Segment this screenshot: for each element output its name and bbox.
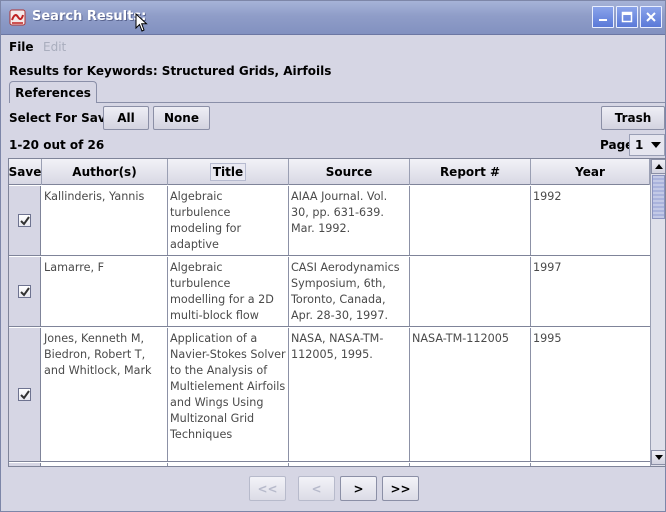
save-cell xyxy=(9,257,41,326)
source-cell: NASA, NASA-TM-112005, 1995. xyxy=(289,328,410,461)
title-cell xyxy=(168,463,289,466)
mouse-cursor-icon xyxy=(135,13,148,32)
title-cell: Application of a Navier-Stokes Solver to… xyxy=(168,328,289,461)
menu-bar: File Edit xyxy=(1,36,665,58)
next-page-button[interactable]: > xyxy=(340,476,377,501)
author-cell: Jones, Kenneth M, Biedron, Robert T, and… xyxy=(42,328,168,461)
title-bar[interactable]: Search Results: xyxy=(1,1,665,35)
scroll-down-button[interactable] xyxy=(651,450,665,465)
checkmark-icon xyxy=(19,286,30,297)
report-cell xyxy=(410,186,531,255)
vertical-scrollbar[interactable] xyxy=(650,159,665,466)
column-header-title[interactable]: Title xyxy=(168,159,289,185)
author-cell xyxy=(42,463,168,466)
close-icon xyxy=(646,12,656,22)
results-keywords-label: Results for Keywords: Structured Grids, … xyxy=(9,64,332,78)
year-cell: 1997 xyxy=(533,261,562,274)
menu-edit[interactable]: Edit xyxy=(43,40,66,54)
select-for-save-label: Select For Save xyxy=(9,111,114,125)
save-checkbox[interactable] xyxy=(18,388,31,401)
report-cell xyxy=(410,257,531,326)
window-title: Search Results: xyxy=(32,9,147,24)
table-row[interactable]: Kallinderis, Yannis Algebraic turbulence… xyxy=(9,186,650,256)
arrow-down-icon xyxy=(654,455,663,460)
close-button[interactable] xyxy=(640,6,662,28)
source-cell: CASI Aerodynamics Symposium, 6th, Toront… xyxy=(289,257,410,326)
year-cell: 1995 xyxy=(533,332,562,345)
save-cell xyxy=(9,186,41,255)
column-header-title-label: Title xyxy=(209,163,247,181)
tab-references[interactable]: References xyxy=(9,81,97,103)
select-all-button[interactable]: All xyxy=(103,106,149,130)
menu-file[interactable]: File xyxy=(9,40,34,54)
title-cell: Algebraic turbulence modelling for a 2D … xyxy=(168,257,289,326)
page-select-value: 1 xyxy=(635,138,644,152)
scrollbar-thumb[interactable] xyxy=(652,175,665,219)
toolbar: Select For Save All None Trash xyxy=(1,105,665,131)
maximize-button[interactable] xyxy=(616,6,638,28)
tab-divider xyxy=(97,102,665,103)
search-results-window: Search Results: File Edit Results for Ke… xyxy=(0,0,666,512)
table-row[interactable] xyxy=(9,463,650,466)
prev-page-button[interactable]: < xyxy=(298,476,335,501)
minimize-button[interactable] xyxy=(592,6,614,28)
trash-button[interactable]: Trash xyxy=(601,106,665,130)
year-cell: 1992 xyxy=(533,190,562,203)
source-cell: AIAA Journal. Vol. 30, pp. 631-639. Mar.… xyxy=(289,186,410,255)
chevron-down-icon xyxy=(651,142,661,148)
column-header-year[interactable]: Year xyxy=(531,159,650,185)
checkmark-icon xyxy=(19,215,30,226)
source-cell xyxy=(289,463,410,466)
save-cell xyxy=(9,328,41,461)
author-cell: Lamarre, F xyxy=(42,257,168,326)
maximize-icon xyxy=(621,11,633,23)
save-cell xyxy=(9,463,41,466)
column-header-authors[interactable]: Author(s) xyxy=(42,159,168,185)
column-header-report[interactable]: Report # xyxy=(410,159,531,185)
report-cell: NASA-TM-112005 xyxy=(410,328,531,461)
scroll-up-button[interactable] xyxy=(651,159,665,174)
save-checkbox[interactable] xyxy=(18,214,31,227)
arrow-up-icon xyxy=(654,164,663,169)
column-header-save[interactable]: Save xyxy=(9,159,42,185)
results-count: 1-20 out of 26 xyxy=(9,138,105,152)
page-select[interactable]: 1 xyxy=(629,134,665,156)
checkmark-icon xyxy=(19,389,30,400)
save-checkbox[interactable] xyxy=(18,285,31,298)
report-cell xyxy=(410,463,531,466)
title-cell: Algebraic turbulence modeling for adapti… xyxy=(168,186,289,255)
column-header-source[interactable]: Source xyxy=(289,159,410,185)
author-cell: Kallinderis, Yannis xyxy=(42,186,168,255)
table-row[interactable]: Jones, Kenneth M, Biedron, Robert T, and… xyxy=(9,328,650,462)
select-none-button[interactable]: None xyxy=(153,106,210,130)
table-row[interactable]: Lamarre, F Algebraic turbulence modellin… xyxy=(9,257,650,327)
references-table: Save Author(s) Title Source Report # Yea… xyxy=(8,158,666,467)
minimize-icon xyxy=(599,19,607,21)
last-page-button[interactable]: >> xyxy=(382,476,419,501)
first-page-button[interactable]: << xyxy=(249,476,286,501)
app-icon xyxy=(9,9,26,26)
table-header: Save Author(s) Title Source Report # Yea… xyxy=(9,159,650,185)
